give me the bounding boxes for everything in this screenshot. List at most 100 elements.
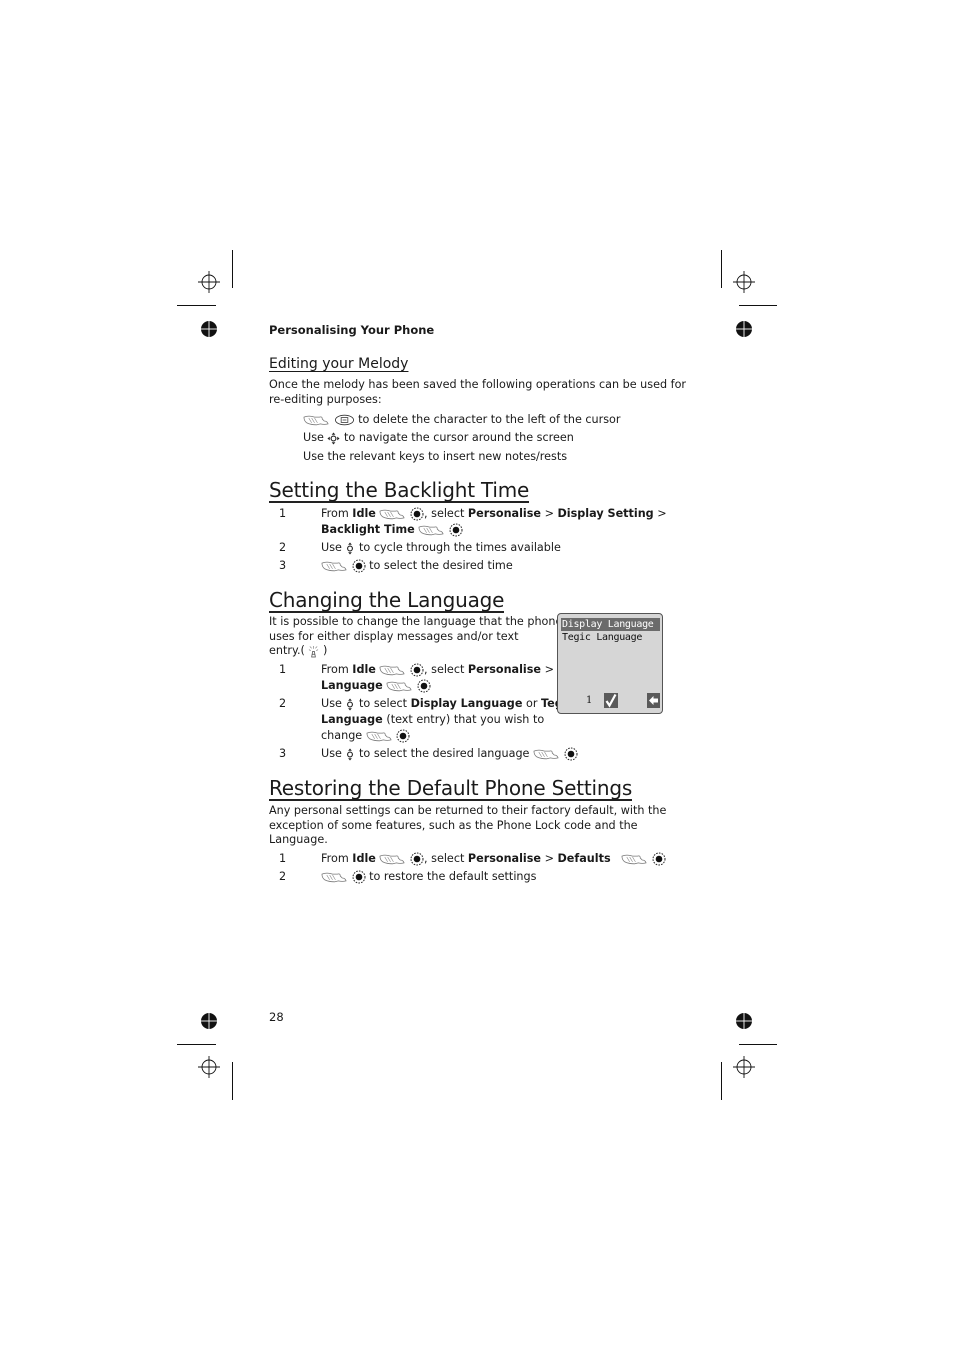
language-intro-line: uses for either display messages and/or …	[269, 629, 519, 643]
back-arrow-icon	[647, 693, 660, 708]
melody-op-navigate: Use to navigate the cursor around the sc…	[303, 431, 574, 446]
finger-press-icon	[418, 524, 445, 536]
clear-key-icon	[334, 414, 355, 426]
step-text: to select	[359, 697, 408, 710]
finger-press-icon	[321, 871, 348, 883]
registration-mark-icon	[197, 1055, 221, 1079]
section-heading-text: Setting the Backlight Time	[269, 478, 530, 503]
registration-dot-icon	[200, 1012, 218, 1030]
phone-screen-language-menu: Display Language Tegic Language 1	[557, 613, 663, 714]
menu-idle: Idle	[352, 852, 376, 865]
finger-press-icon	[379, 664, 406, 676]
section-heading-text: Restoring the Default Phone Settings	[269, 776, 633, 801]
melody-intro-line: Once the melody has been saved the follo…	[269, 378, 687, 391]
crop-mark-bottom-left-vertical	[232, 1062, 233, 1100]
language-step-2: 2 Use to select Display Language or Tegi…	[279, 696, 573, 744]
language-step-1: 1 From Idle , select Personalise > Langu…	[279, 662, 554, 694]
step-text: From	[321, 852, 349, 865]
crop-mark-top-left-vertical	[232, 250, 233, 288]
language-intro: It is possible to change the language th…	[269, 615, 562, 659]
screen-page-indicator: 1	[586, 695, 593, 706]
select-key-icon	[652, 852, 666, 866]
finger-press-icon	[303, 414, 330, 426]
language-intro-line: entry.( )	[269, 644, 562, 659]
finger-press-icon	[379, 508, 406, 520]
melody-intro: Once the melody has been saved the follo…	[269, 378, 686, 407]
menu-backlight-time: Backlight Time	[321, 523, 415, 536]
step-text: to select the desired language	[359, 747, 530, 760]
backlight-step-2: 2 Use to cycle through the times availab…	[279, 540, 659, 556]
melody-op-text: to delete the character to the left of t…	[358, 413, 621, 426]
defaults-step-1: 1 From Idle , select Personalise > Defau…	[279, 851, 659, 867]
select-key-icon	[352, 870, 366, 884]
step-text: to restore the default settings	[369, 870, 537, 883]
select-key-icon	[417, 679, 431, 693]
backlight-step-1: 1 From Idle , select Personalise > Displ…	[279, 506, 667, 538]
step-text: to cycle through the times available	[359, 541, 561, 554]
select-key-icon	[396, 729, 410, 743]
step-number: 1	[279, 663, 287, 676]
select-key-icon	[410, 663, 424, 677]
backlight-step-3: 3 to select the desired time	[279, 558, 659, 574]
running-head: Personalising Your Phone	[269, 323, 435, 337]
checkmark-icon	[604, 693, 618, 708]
menu-personalise: Personalise	[467, 852, 542, 865]
melody-op-insert: Use the relevant keys to insert new note…	[303, 450, 568, 463]
section-heading-text: Changing the Language	[269, 588, 505, 613]
finger-press-icon	[533, 748, 560, 760]
step-number: 2	[279, 870, 287, 883]
crop-mark-top-left-horizontal	[177, 305, 216, 306]
option-tegic-language: Language	[321, 713, 383, 726]
registration-mark-icon	[732, 270, 756, 294]
registration-dot-icon	[735, 320, 753, 338]
melody-op-delete: to delete the character to the left of t…	[303, 413, 621, 428]
finger-press-icon	[366, 730, 393, 742]
crop-mark-bottom-left-horizontal	[177, 1044, 216, 1045]
intro-text: )	[323, 644, 328, 657]
step-number: 1	[279, 507, 287, 520]
tip-icon	[308, 645, 319, 658]
defaults-intro-line: Language.	[269, 833, 328, 846]
menu-personalise: Personalise	[467, 507, 542, 520]
four-way-navigation-icon	[327, 432, 340, 445]
step-text: , select	[424, 507, 465, 520]
menu-idle: Idle	[352, 663, 376, 676]
registration-mark-icon	[732, 1055, 756, 1079]
finger-press-icon	[321, 560, 348, 572]
registration-mark-icon	[197, 270, 221, 294]
select-key-icon	[352, 559, 366, 573]
step-text: From	[321, 507, 349, 520]
menu-language: Language	[321, 679, 383, 692]
select-key-icon	[564, 747, 578, 761]
step-text: to select the desired time	[369, 559, 513, 572]
step-number: 3	[279, 747, 287, 760]
step-text: (text entry) that you wish to	[386, 713, 545, 726]
menu-display-setting: Display Setting	[557, 507, 654, 520]
section-heading-editing-melody: Editing your Melody	[269, 356, 409, 372]
step-text: Use	[321, 697, 342, 710]
select-key-icon	[410, 852, 424, 866]
path-separator: >	[657, 507, 667, 520]
section-heading-language: Changing the Language	[269, 589, 504, 613]
intro-text: entry.(	[269, 644, 305, 657]
registration-dot-icon	[200, 320, 218, 338]
defaults-step-2: 2 to restore the default settings	[279, 869, 659, 885]
path-separator: >	[544, 852, 554, 865]
defaults-intro: Any personal settings can be returned to…	[269, 804, 666, 848]
page-number: 28	[269, 1010, 284, 1024]
up-down-navigation-icon	[345, 698, 355, 711]
path-separator: >	[544, 507, 554, 520]
step-number: 1	[279, 852, 287, 865]
finger-press-icon	[386, 680, 413, 692]
section-heading-defaults: Restoring the Default Phone Settings	[269, 777, 632, 801]
melody-op-text: to navigate the cursor around the screen	[344, 431, 574, 444]
step-number: 2	[279, 541, 287, 554]
up-down-navigation-icon	[345, 748, 355, 761]
menu-idle: Idle	[352, 507, 376, 520]
finger-press-icon	[379, 853, 406, 865]
menu-defaults: Defaults	[557, 852, 611, 865]
language-step-3: 3 Use to select the desired language	[279, 746, 579, 762]
option-display-language: Display Language	[410, 697, 523, 710]
step-text: Use	[321, 541, 342, 554]
step-text: , select	[424, 852, 465, 865]
